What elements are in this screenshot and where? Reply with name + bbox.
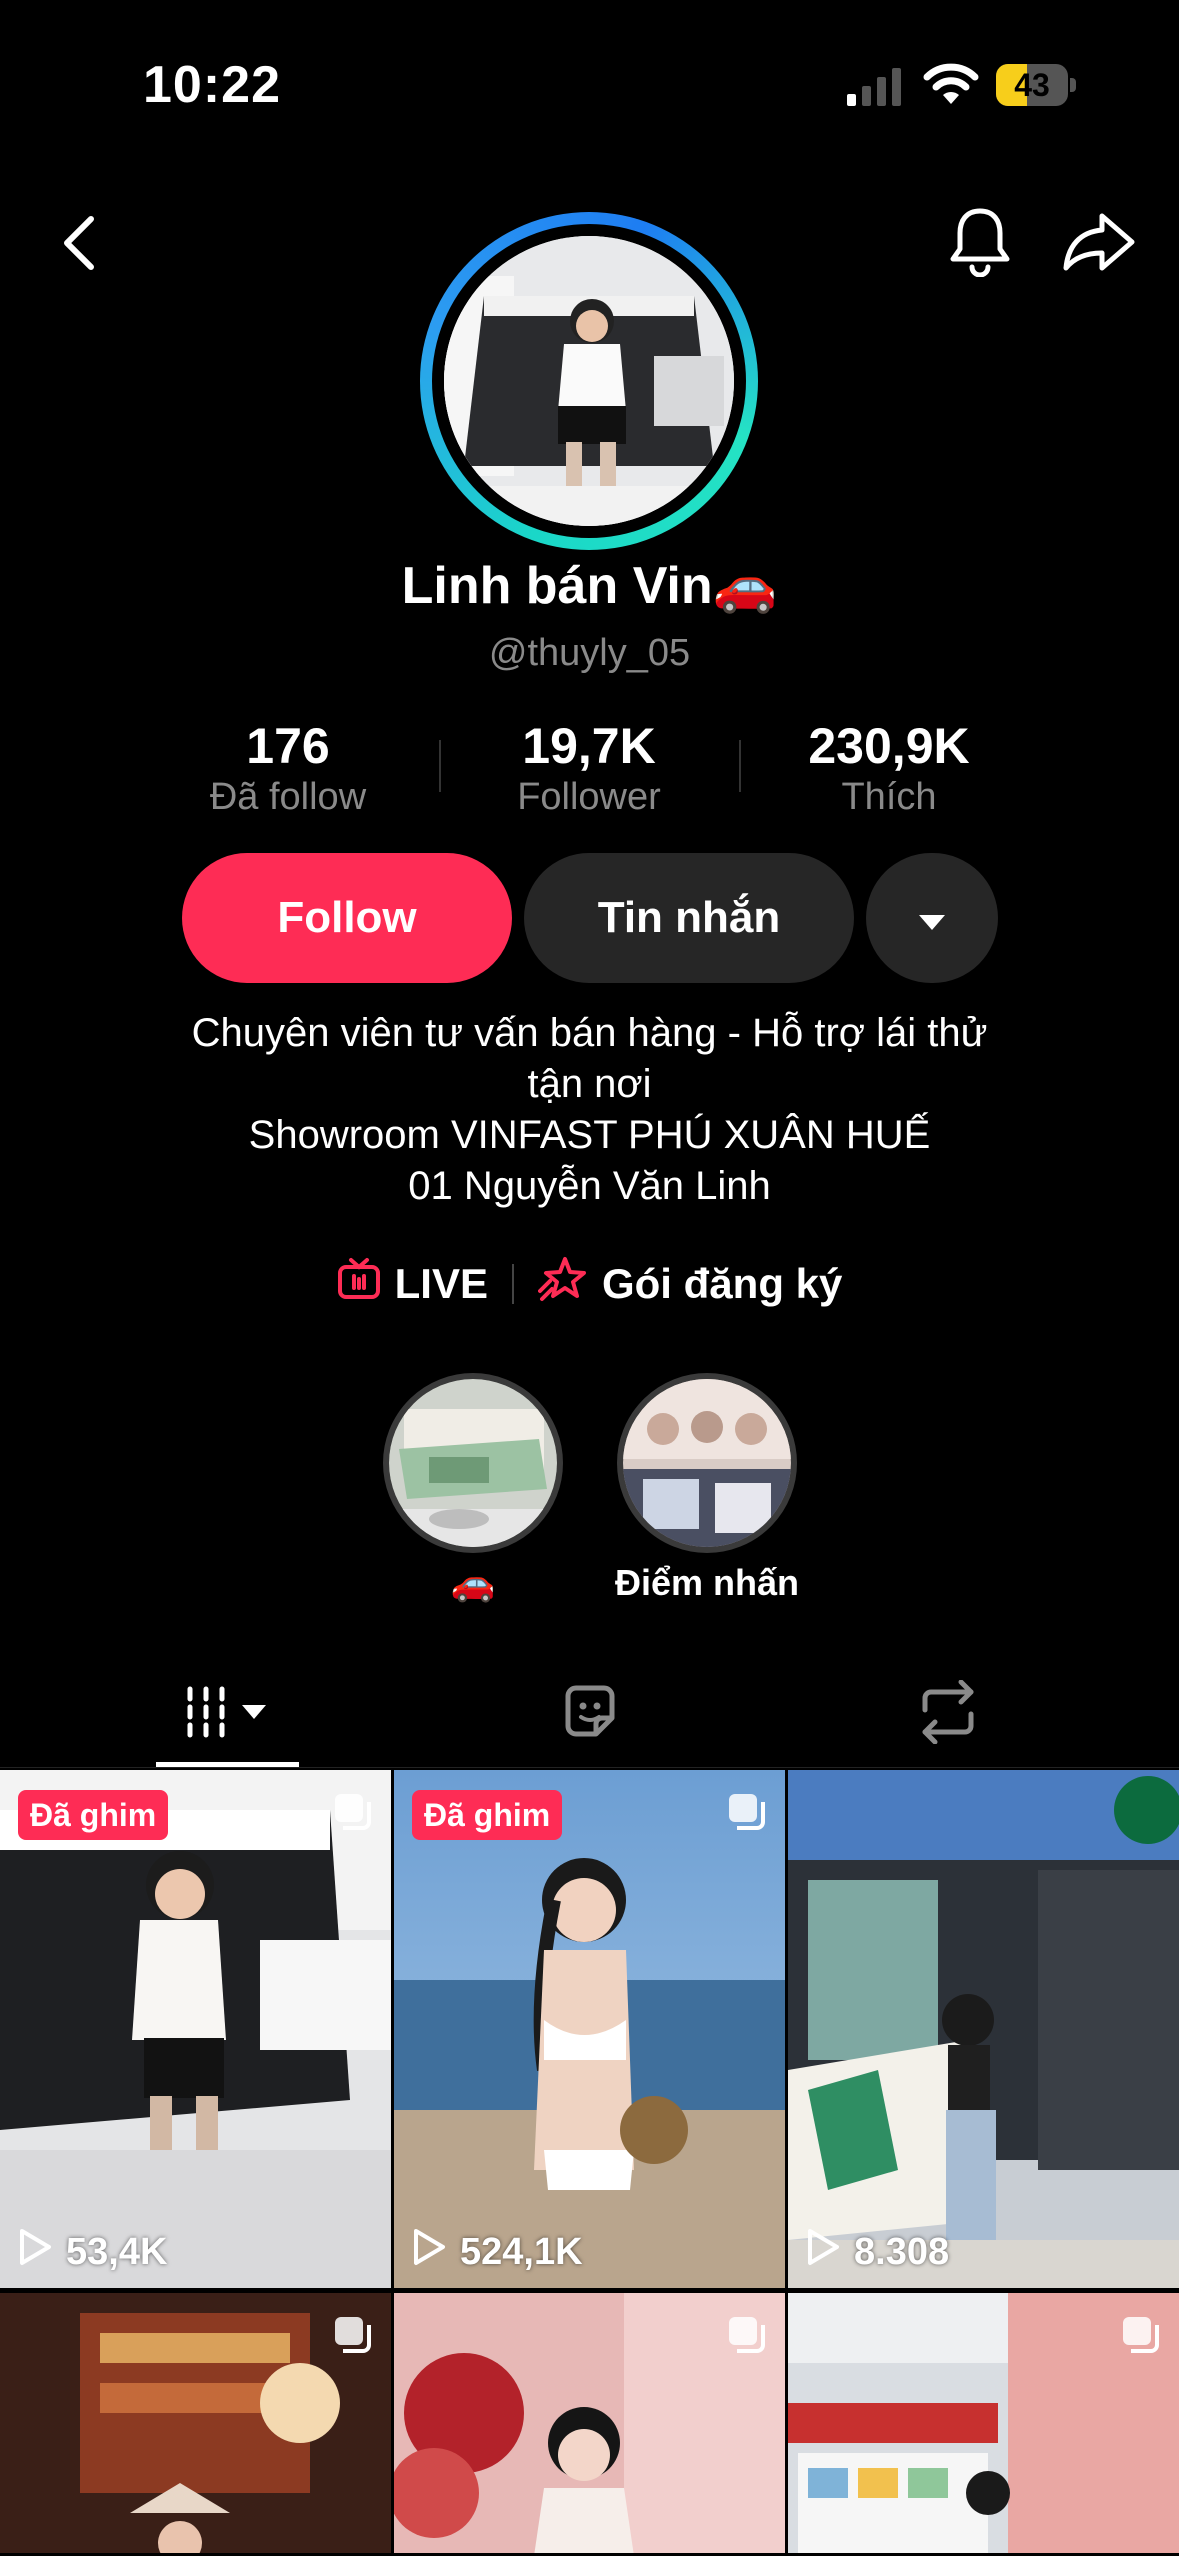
likes-count: 230,9K xyxy=(808,718,970,774)
bio-text: Chuyên viên tư vấn bán hàng - Hỗ trợ lái… xyxy=(191,1011,988,1208)
sticker-icon xyxy=(560,1682,620,1742)
tab-reposts[interactable] xyxy=(915,1680,981,1744)
bell-icon[interactable] xyxy=(948,205,1012,277)
avatar[interactable] xyxy=(444,236,734,526)
repost-icon xyxy=(915,1680,981,1744)
play-icon xyxy=(18,2228,66,2276)
live-label: LIVE xyxy=(394,1260,488,1307)
video-tile[interactable]: Đã ghim 524,1K xyxy=(394,1770,785,2288)
video-tile[interactable] xyxy=(0,2293,391,2553)
caret-down-icon xyxy=(917,893,947,943)
display-name: Linh bán Vin🚗 xyxy=(401,557,778,615)
video-tile[interactable]: Đã ghim 53,4K xyxy=(0,1770,391,2288)
following-count: 176 xyxy=(246,718,330,774)
back-icon[interactable] xyxy=(55,213,103,273)
video-tile[interactable] xyxy=(394,2293,785,2553)
live-tv-icon xyxy=(337,1257,381,1311)
subscription-link[interactable]: Gói đăng ký xyxy=(537,1255,843,1313)
followers-stat[interactable]: 19,7K Follower xyxy=(469,718,709,820)
highlight-cover-featured[interactable] xyxy=(617,1373,797,1553)
wifi-icon xyxy=(922,60,980,106)
multi-post-icon xyxy=(333,1792,373,1832)
share-icon[interactable] xyxy=(1062,210,1136,274)
video-tile[interactable] xyxy=(788,2293,1179,2553)
tab-videos[interactable] xyxy=(184,1685,274,1739)
multi-post-icon xyxy=(1121,2315,1161,2355)
live-link[interactable]: LIVE xyxy=(337,1257,488,1311)
star-badge-icon xyxy=(537,1255,588,1313)
play-icon xyxy=(806,2228,854,2276)
pinned-badge: Đã ghim xyxy=(18,1790,169,1840)
cellular-signal-icon xyxy=(845,66,905,106)
video-tile[interactable]: 8.308 xyxy=(788,1770,1179,2288)
stat-divider xyxy=(439,740,441,792)
pinned-badge: Đã ghim xyxy=(412,1790,563,1840)
likes-stat: 230,9K Thích xyxy=(769,718,1009,820)
followers-count: 19,7K xyxy=(522,718,656,774)
highlight-label: Điểm nhấn xyxy=(614,1562,800,1603)
following-stat[interactable]: 176 Đã follow xyxy=(168,718,408,820)
followers-label: Follower xyxy=(517,776,661,818)
view-count: 53,4K xyxy=(18,2228,167,2276)
grid-icon xyxy=(184,1685,274,1739)
stat-divider xyxy=(739,740,741,792)
view-count: 8.308 xyxy=(806,2228,949,2276)
likes-label: Thích xyxy=(841,776,937,818)
view-count: 524,1K xyxy=(412,2228,583,2276)
link-divider xyxy=(511,1264,514,1304)
multi-post-icon xyxy=(727,1792,767,1832)
message-button[interactable]: Tin nhắn xyxy=(524,853,854,983)
suggested-accounts-button[interactable] xyxy=(866,853,998,983)
highlight-cover-car[interactable] xyxy=(383,1373,563,1553)
following-label: Đã follow xyxy=(209,776,367,818)
multi-post-icon xyxy=(333,2315,373,2355)
tab-stickers[interactable] xyxy=(560,1682,620,1742)
username-handle: @thuyly_05 xyxy=(488,632,691,674)
profile-links-row: LIVE Gói đăng ký xyxy=(0,1255,1179,1313)
battery-indicator: 43 xyxy=(996,64,1076,106)
play-icon xyxy=(412,2228,460,2276)
follow-button[interactable]: Follow xyxy=(182,853,512,983)
multi-post-icon xyxy=(727,2315,767,2355)
status-time: 10:22 xyxy=(143,56,281,114)
highlight-label: 🚗 xyxy=(450,1562,496,1603)
subscription-label: Gói đăng ký xyxy=(601,1260,843,1307)
